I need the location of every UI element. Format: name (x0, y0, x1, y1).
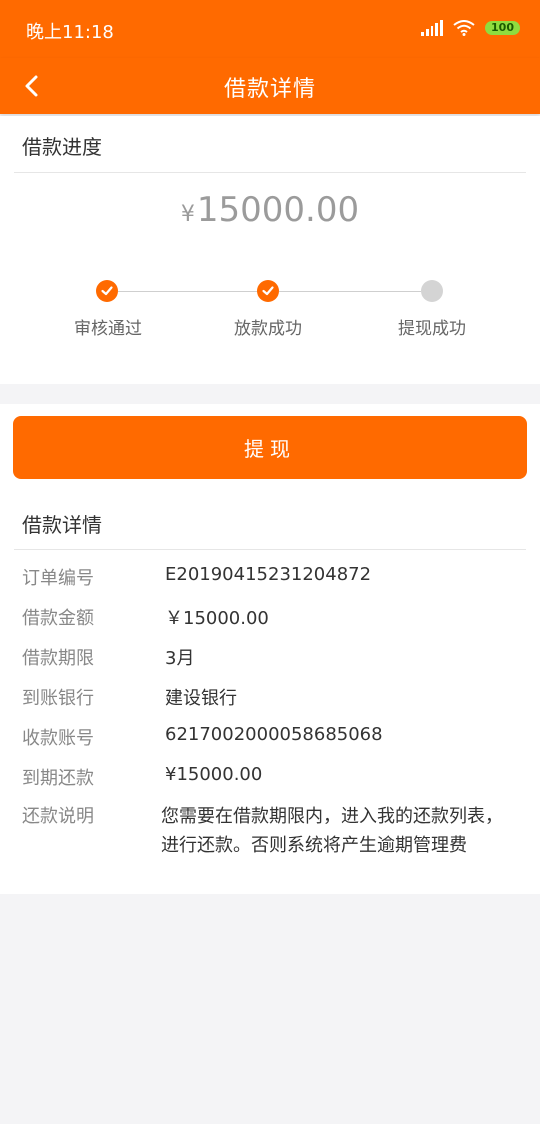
status-time: 晚上11:18 (26, 22, 114, 43)
detail-label: 借款期限 (22, 648, 94, 669)
detail-value: ￥15000.00 (165, 608, 269, 629)
step-2-check-icon (257, 280, 279, 302)
page-title: 借款详情 (223, 77, 316, 102)
divider (14, 549, 526, 550)
detail-label: 订单编号 (22, 568, 94, 589)
loan-details-card: 提现 借款详情 订单编号 E20190415231204872 借款金额 ￥15… (0, 404, 540, 894)
detail-label: 还款说明 (22, 806, 94, 827)
divider (14, 172, 526, 173)
amount-value: 15000.00 (196, 190, 360, 230)
details-section-title: 借款详情 (22, 513, 102, 537)
detail-description: 您需要在借款期限内，进入我的还款列表，进行还款。否则系统将产生逾期管理费 (161, 806, 503, 856)
battery-icon: 100 (485, 21, 520, 35)
detail-value: E20190415231204872 (165, 564, 372, 585)
loan-amount: ¥15000.00 (0, 190, 540, 230)
detail-label: 到账银行 (22, 688, 94, 709)
loan-progress-card: 借款进度 ¥15000.00 审核通过 放款成功 提现成功 (0, 116, 540, 384)
signal-icon (421, 20, 444, 36)
wifi-icon (453, 20, 475, 36)
detail-value: ¥15000.00 (165, 764, 263, 785)
detail-value: 6217002000058685068 (165, 724, 383, 745)
step-1-check-icon (96, 280, 118, 302)
currency-symbol: ¥ (180, 202, 195, 227)
status-bar: 晚上11:18 100 (0, 0, 540, 58)
step-label: 放款成功 (234, 319, 302, 339)
withdraw-button[interactable]: 提现 (13, 416, 527, 479)
detail-value: 3月 (165, 648, 195, 669)
detail-value: 建设银行 (165, 688, 237, 709)
step-connector (118, 291, 258, 292)
status-icons: 100 (421, 18, 520, 38)
progress-section-title: 借款进度 (22, 135, 102, 159)
step-label: 审核通过 (74, 319, 142, 339)
detail-label: 到期还款 (22, 768, 94, 789)
detail-label: 收款账号 (22, 728, 94, 749)
step-3-pending-icon (421, 280, 443, 302)
nav-bar: 借款详情 (0, 58, 540, 114)
step-connector (279, 291, 421, 292)
step-label: 提现成功 (398, 319, 466, 339)
progress-steps: 审核通过 放款成功 提现成功 (0, 280, 540, 350)
detail-label: 借款金额 (22, 608, 94, 629)
